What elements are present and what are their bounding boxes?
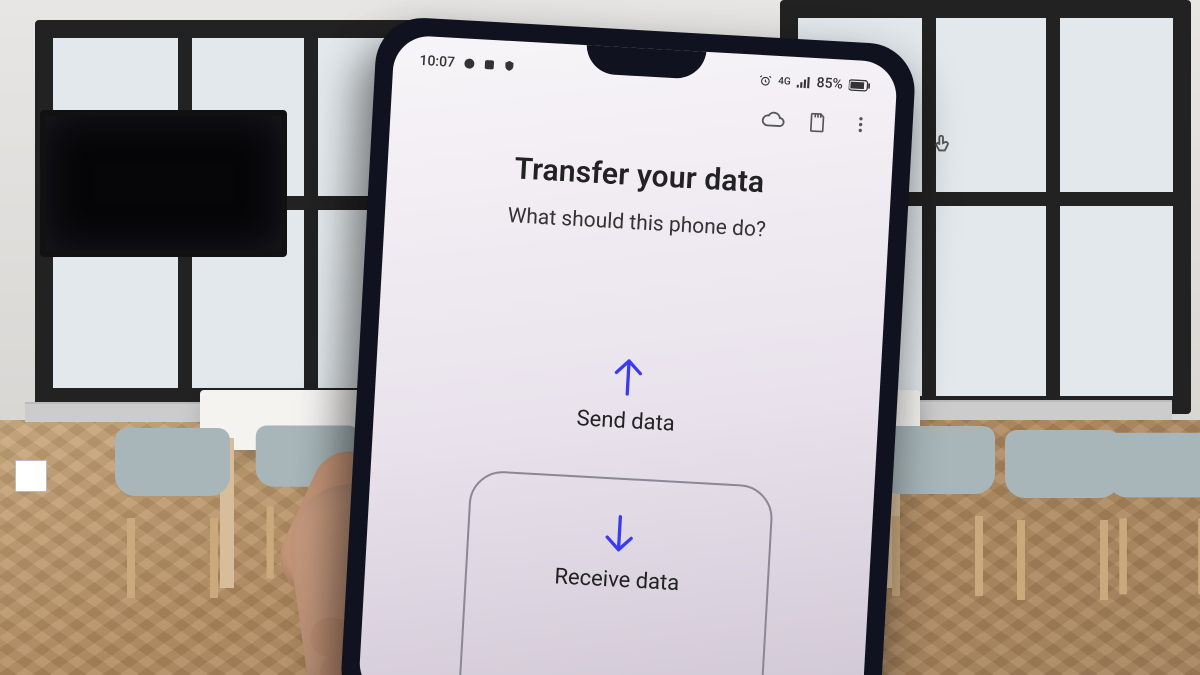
battery-icon xyxy=(848,79,871,92)
signal-icon xyxy=(796,76,811,89)
battery-percent: 85% xyxy=(816,75,843,92)
receive-data-option[interactable]: Receive data xyxy=(456,469,774,675)
alarm-icon xyxy=(759,73,773,87)
chair xyxy=(1005,430,1120,540)
receive-data-label: Receive data xyxy=(554,564,680,596)
messenger-icon xyxy=(463,57,476,70)
shield-icon xyxy=(503,60,516,73)
network-type: 4G xyxy=(778,75,791,87)
phone-screen: 10:07 4G xyxy=(358,34,898,675)
sd-card-icon[interactable] xyxy=(806,110,829,135)
power-socket xyxy=(15,460,47,492)
cloud-icon[interactable] xyxy=(760,107,785,132)
send-data-label: Send data xyxy=(576,406,676,436)
more-vertical-icon[interactable] xyxy=(850,112,871,137)
arrow-up-icon xyxy=(609,354,647,398)
facebook-icon xyxy=(483,58,496,71)
chair xyxy=(115,428,230,538)
send-data-option[interactable]: Send data xyxy=(373,341,881,448)
smartphone: 10:07 4G xyxy=(339,15,917,675)
app-toolbar xyxy=(760,107,871,137)
cursor-hand-icon xyxy=(932,132,954,156)
chair xyxy=(880,426,995,536)
photo-scene: 10:07 4G xyxy=(0,0,1200,675)
screen-content: Transfer your data What should this phon… xyxy=(358,140,892,675)
arrow-down-icon xyxy=(600,513,638,557)
wall-tv xyxy=(40,110,287,257)
page-subtitle: What should this phone do? xyxy=(384,197,889,249)
page-title: Transfer your data xyxy=(387,144,892,207)
status-time: 10:07 xyxy=(419,53,455,71)
chair xyxy=(1108,433,1200,538)
